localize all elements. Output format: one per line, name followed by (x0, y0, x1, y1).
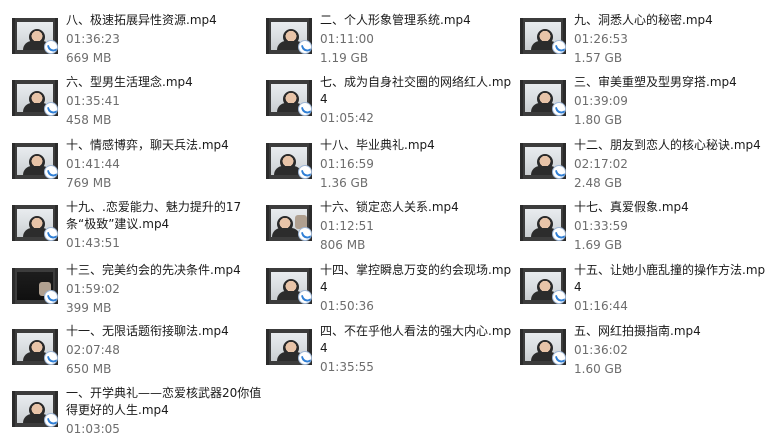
player-icon (552, 351, 566, 365)
file-name: 八、极速拓展异性资源.mp4 (66, 13, 217, 27)
file-duration: 02:07:48 (66, 343, 120, 357)
video-file-item[interactable]: 十、情感博弈，聊天兵法.mp4 01:41:44 769 MB (4, 137, 254, 195)
file-duration: 01:03:05 (66, 422, 120, 436)
file-duration: 01:16:59 (320, 157, 374, 171)
file-size: 1.36 GB (320, 176, 369, 190)
file-size: 1.19 GB (320, 51, 369, 65)
file-name: 四、不在乎他人看法的强大内心.mp4 (320, 324, 512, 355)
file-name: 十、情感博弈，聊天兵法.mp4 (66, 138, 229, 152)
player-icon (298, 351, 312, 365)
file-duration: 01:43:51 (66, 236, 120, 250)
player-icon (44, 351, 58, 365)
player-icon (552, 290, 566, 304)
file-size: 650 MB (66, 362, 112, 376)
player-icon (44, 413, 58, 427)
file-size: 669 MB (66, 51, 112, 65)
video-file-item[interactable]: 七、成为自身社交圈的网络红人.mp4 01:05:42 (258, 74, 511, 132)
file-duration: 01:26:53 (574, 32, 628, 46)
player-icon (552, 227, 566, 241)
video-file-item[interactable]: 十三、完美约会的先决条件.mp4 01:59:02 399 MB (4, 262, 254, 320)
file-duration: 01:50:36 (320, 299, 374, 313)
file-duration: 01:12:51 (320, 219, 374, 233)
file-size: 1.69 GB (574, 238, 623, 252)
video-file-item[interactable]: 九、洞悉人心的秘密.mp4 01:26:53 1.57 GB (512, 12, 762, 70)
file-name: 十八、毕业典礼.mp4 (320, 138, 435, 152)
file-name: 六、型男生活理念.mp4 (66, 75, 193, 89)
file-duration: 02:17:02 (574, 157, 628, 171)
file-size: 458 MB (66, 113, 112, 127)
video-file-item[interactable]: 四、不在乎他人看法的强大内心.mp4 01:35:55 (258, 323, 511, 381)
file-name: 十六、锁定恋人关系.mp4 (320, 200, 459, 214)
file-name: 十二、朋友到恋人的核心秘诀.mp4 (574, 138, 761, 152)
player-icon (298, 227, 312, 241)
player-icon (552, 102, 566, 116)
file-name: 三、审美重塑及型男穿搭.mp4 (574, 75, 737, 89)
file-name: 十九、.恋爱能力、魅力提升的17条“极致”建议.mp4 (66, 200, 242, 231)
video-file-item[interactable]: 十五、让她小鹿乱撞的操作方法.mp4 01:16:44 (512, 262, 765, 320)
player-icon (298, 165, 312, 179)
file-size: 1.80 GB (574, 113, 623, 127)
player-icon (552, 165, 566, 179)
file-size: 806 MB (320, 238, 366, 252)
file-duration: 01:05:42 (320, 111, 374, 125)
video-file-item[interactable]: 十一、无限话题衔接聊法.mp4 02:07:48 650 MB (4, 323, 254, 381)
file-name: 九、洞悉人心的秘密.mp4 (574, 13, 713, 27)
file-name: 五、网红拍摄指南.mp4 (574, 324, 701, 338)
video-file-item[interactable]: 八、极速拓展异性资源.mp4 01:36:23 669 MB (4, 12, 254, 70)
video-file-item[interactable]: 二、个人形象管理系统.mp4 01:11:00 1.19 GB (258, 12, 508, 70)
file-name: 二、个人形象管理系统.mp4 (320, 13, 471, 27)
video-file-item[interactable]: 十二、朋友到恋人的核心秘诀.mp4 02:17:02 2.48 GB (512, 137, 762, 195)
file-size: 1.57 GB (574, 51, 623, 65)
file-size: 1.60 GB (574, 362, 623, 376)
file-name: 十四、掌控瞬息万变的约会现场.mp4 (320, 263, 512, 294)
file-size: 2.48 GB (574, 176, 623, 190)
video-file-item[interactable]: 十四、掌控瞬息万变的约会现场.mp4 01:50:36 (258, 262, 511, 320)
video-file-item[interactable]: 六、型男生活理念.mp4 01:35:41 458 MB (4, 74, 254, 132)
file-name: 七、成为自身社交圈的网络红人.mp4 (320, 75, 512, 106)
player-icon (44, 165, 58, 179)
video-file-item[interactable]: 十六、锁定恋人关系.mp4 01:12:51 806 MB (258, 199, 508, 257)
file-name: 十一、无限话题衔接聊法.mp4 (66, 324, 229, 338)
file-name: 十三、完美约会的先决条件.mp4 (66, 263, 241, 277)
player-icon (44, 290, 58, 304)
video-file-item[interactable]: 十八、毕业典礼.mp4 01:16:59 1.36 GB (258, 137, 508, 195)
file-duration: 01:35:55 (320, 360, 374, 374)
file-duration: 01:35:41 (66, 94, 120, 108)
file-size: 399 MB (66, 301, 112, 315)
file-duration: 01:33:59 (574, 219, 628, 233)
player-icon (44, 227, 58, 241)
file-size: 769 MB (66, 176, 112, 190)
video-file-item[interactable]: 十九、.恋爱能力、魅力提升的17条“极致”建议.mp4 01:43:51 (4, 199, 254, 257)
player-icon (44, 40, 58, 54)
video-file-item[interactable]: 十七、真爱假象.mp4 01:33:59 1.69 GB (512, 199, 762, 257)
file-duration: 01:36:02 (574, 343, 628, 357)
player-icon (44, 102, 58, 116)
player-icon (298, 102, 312, 116)
player-icon (298, 40, 312, 54)
file-duration: 01:36:23 (66, 32, 120, 46)
file-duration: 01:16:44 (574, 299, 628, 313)
video-file-item[interactable]: 三、审美重塑及型男穿搭.mp4 01:39:09 1.80 GB (512, 74, 762, 132)
file-duration: 01:41:44 (66, 157, 120, 171)
file-name: 十五、让她小鹿乱撞的操作方法.mp4 (574, 263, 766, 294)
file-duration: 01:59:02 (66, 282, 120, 296)
file-duration: 01:11:00 (320, 32, 374, 46)
player-icon (552, 40, 566, 54)
video-file-item[interactable]: 五、网红拍摄指南.mp4 01:36:02 1.60 GB (512, 323, 762, 381)
video-file-item[interactable]: 一、开学典礼——恋爱核武器20你值得更好的人生.mp4 01:03:05 (4, 385, 261, 443)
file-name: 一、开学典礼——恋爱核武器20你值得更好的人生.mp4 (66, 386, 262, 417)
player-icon (298, 290, 312, 304)
file-name: 十七、真爱假象.mp4 (574, 200, 689, 214)
file-duration: 01:39:09 (574, 94, 628, 108)
